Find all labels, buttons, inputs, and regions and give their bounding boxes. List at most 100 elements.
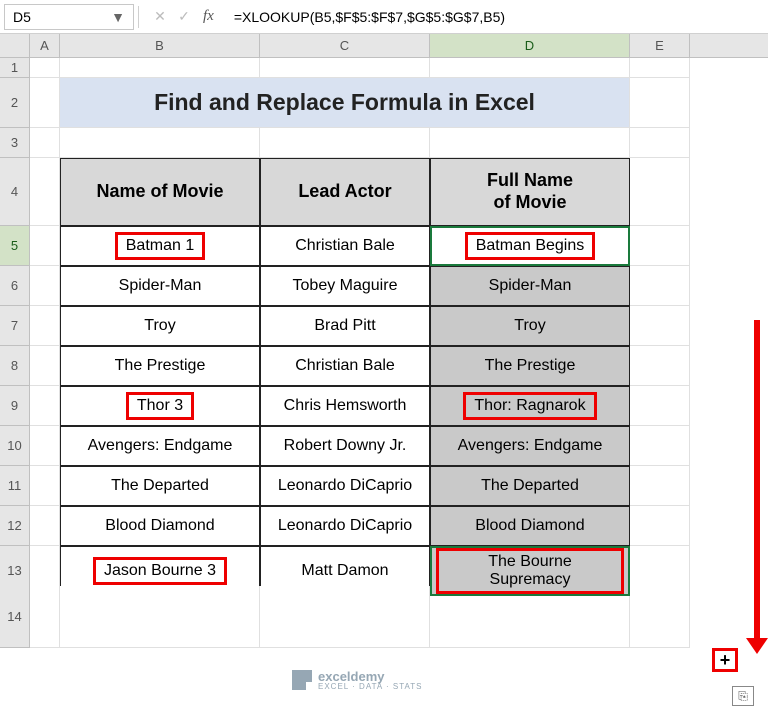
cell[interactable] bbox=[630, 226, 690, 266]
table-header-b[interactable]: Name of Movie bbox=[60, 158, 260, 226]
formula-input[interactable] bbox=[226, 4, 764, 30]
cell-d[interactable]: Batman Begins bbox=[430, 226, 630, 266]
cancel-icon[interactable]: ✕ bbox=[151, 8, 169, 25]
table-header-c[interactable]: Lead Actor bbox=[260, 158, 430, 226]
row-header[interactable]: 7 bbox=[0, 306, 30, 346]
row-header[interactable]: 1 bbox=[0, 58, 30, 78]
cell[interactable] bbox=[630, 58, 690, 78]
col-header-e[interactable]: E bbox=[630, 34, 690, 57]
cell[interactable] bbox=[630, 426, 690, 466]
chevron-down-icon[interactable]: ▼ bbox=[111, 9, 125, 25]
cell-b[interactable]: Troy bbox=[60, 306, 260, 346]
cell-d[interactable]: Avengers: Endgame bbox=[430, 426, 630, 466]
cell[interactable] bbox=[630, 386, 690, 426]
cell[interactable] bbox=[60, 586, 260, 648]
cell[interactable] bbox=[630, 346, 690, 386]
cell-d[interactable]: The Prestige bbox=[430, 346, 630, 386]
cell[interactable] bbox=[60, 128, 260, 158]
cell-d[interactable]: The Departed bbox=[430, 466, 630, 506]
cell-c[interactable]: Leonardo DiCaprio bbox=[260, 466, 430, 506]
cell[interactable] bbox=[30, 158, 60, 226]
cell-c[interactable]: Christian Bale bbox=[260, 226, 430, 266]
cell[interactable] bbox=[260, 128, 430, 158]
cell[interactable] bbox=[30, 506, 60, 546]
cell-b[interactable]: Avengers: Endgame bbox=[60, 426, 260, 466]
col-header-a[interactable]: A bbox=[30, 34, 60, 57]
cell-d[interactable]: Spider-Man bbox=[430, 266, 630, 306]
highlight-box: Batman Begins bbox=[465, 232, 596, 260]
cell[interactable] bbox=[30, 58, 60, 78]
sheet-title[interactable]: Find and Replace Formula in Excel bbox=[60, 78, 630, 128]
cell-d[interactable]: Blood Diamond bbox=[430, 506, 630, 546]
select-all-corner[interactable] bbox=[0, 34, 30, 57]
cell-d[interactable]: Troy bbox=[430, 306, 630, 346]
row-header[interactable]: 2 bbox=[0, 78, 30, 128]
cell[interactable] bbox=[630, 586, 690, 648]
cell-b[interactable]: Blood Diamond bbox=[60, 506, 260, 546]
table-row: 11 The DepartedLeonardo DiCaprioThe Depar… bbox=[0, 466, 768, 506]
cell[interactable] bbox=[60, 58, 260, 78]
cell-b[interactable]: The Prestige bbox=[60, 346, 260, 386]
cell[interactable] bbox=[630, 128, 690, 158]
table-row: 7 TroyBrad PittTroy bbox=[0, 306, 768, 346]
table-row: 12 Blood DiamondLeonardo DiCaprioBlood Di… bbox=[0, 506, 768, 546]
rows: 1 2 Find and Replace Formula in Excel 3 … bbox=[0, 58, 768, 648]
row-header[interactable]: 3 bbox=[0, 128, 30, 158]
row-2: 2 Find and Replace Formula in Excel bbox=[0, 78, 768, 128]
cell[interactable] bbox=[430, 58, 630, 78]
cell[interactable] bbox=[30, 386, 60, 426]
cell-b[interactable]: Spider-Man bbox=[60, 266, 260, 306]
cell-c[interactable]: Brad Pitt bbox=[260, 306, 430, 346]
cell[interactable] bbox=[30, 426, 60, 466]
cell[interactable] bbox=[30, 466, 60, 506]
cell[interactable] bbox=[260, 58, 430, 78]
cell-d[interactable]: The Bourne Supremacy bbox=[430, 546, 630, 596]
cell[interactable] bbox=[30, 78, 60, 128]
cell[interactable] bbox=[630, 158, 690, 226]
cell-b[interactable]: Batman 1 bbox=[60, 226, 260, 266]
cell-c[interactable]: Tobey Maguire bbox=[260, 266, 430, 306]
formula-bar: D5 ▼ ✕ ✓ fx bbox=[0, 0, 768, 34]
cell-d[interactable]: Thor: Ragnarok bbox=[430, 386, 630, 426]
cell[interactable] bbox=[30, 226, 60, 266]
cell[interactable] bbox=[630, 266, 690, 306]
cell[interactable] bbox=[630, 506, 690, 546]
row-3: 3 bbox=[0, 128, 768, 158]
col-header-d[interactable]: D bbox=[430, 34, 630, 57]
confirm-icon[interactable]: ✓ bbox=[175, 8, 193, 25]
cell-c[interactable]: Leonardo DiCaprio bbox=[260, 506, 430, 546]
row-header[interactable]: 6 bbox=[0, 266, 30, 306]
fill-handle-icon[interactable]: + bbox=[712, 648, 738, 672]
table-header-d[interactable]: Full Name of Movie bbox=[430, 158, 630, 226]
row-header[interactable]: 9 bbox=[0, 386, 30, 426]
table-row: 6 Spider-ManTobey MaguireSpider-Man bbox=[0, 266, 768, 306]
cell[interactable] bbox=[30, 266, 60, 306]
fx-icon[interactable]: fx bbox=[203, 8, 214, 25]
cell-c[interactable]: Christian Bale bbox=[260, 346, 430, 386]
cell[interactable] bbox=[630, 466, 690, 506]
cell[interactable] bbox=[30, 346, 60, 386]
cell[interactable] bbox=[30, 586, 60, 648]
cell[interactable] bbox=[30, 128, 60, 158]
col-header-c[interactable]: C bbox=[260, 34, 430, 57]
cell[interactable] bbox=[430, 128, 630, 158]
cell[interactable] bbox=[630, 78, 690, 128]
col-header-b[interactable]: B bbox=[60, 34, 260, 57]
name-box[interactable]: D5 ▼ bbox=[4, 4, 134, 30]
row-header[interactable]: 5 bbox=[0, 226, 30, 266]
row-header[interactable]: 11 bbox=[0, 466, 30, 506]
row-header[interactable]: 10 bbox=[0, 426, 30, 466]
cell[interactable] bbox=[260, 586, 430, 648]
row-header[interactable]: 14 bbox=[0, 586, 30, 648]
row-header[interactable]: 12 bbox=[0, 506, 30, 546]
cell-b[interactable]: Thor 3 bbox=[60, 386, 260, 426]
cell-b[interactable]: The Departed bbox=[60, 466, 260, 506]
cell[interactable] bbox=[630, 306, 690, 346]
cell-c[interactable]: Robert Downy Jr. bbox=[260, 426, 430, 466]
autofill-options-icon[interactable]: ⎘ bbox=[732, 686, 754, 706]
cell-c[interactable]: Chris Hemsworth bbox=[260, 386, 430, 426]
row-header[interactable]: 8 bbox=[0, 346, 30, 386]
row-header[interactable]: 4 bbox=[0, 158, 30, 226]
table-row: 13Jason Bourne 3Matt DamonThe Bourne Sup… bbox=[0, 546, 768, 586]
cell[interactable] bbox=[30, 306, 60, 346]
